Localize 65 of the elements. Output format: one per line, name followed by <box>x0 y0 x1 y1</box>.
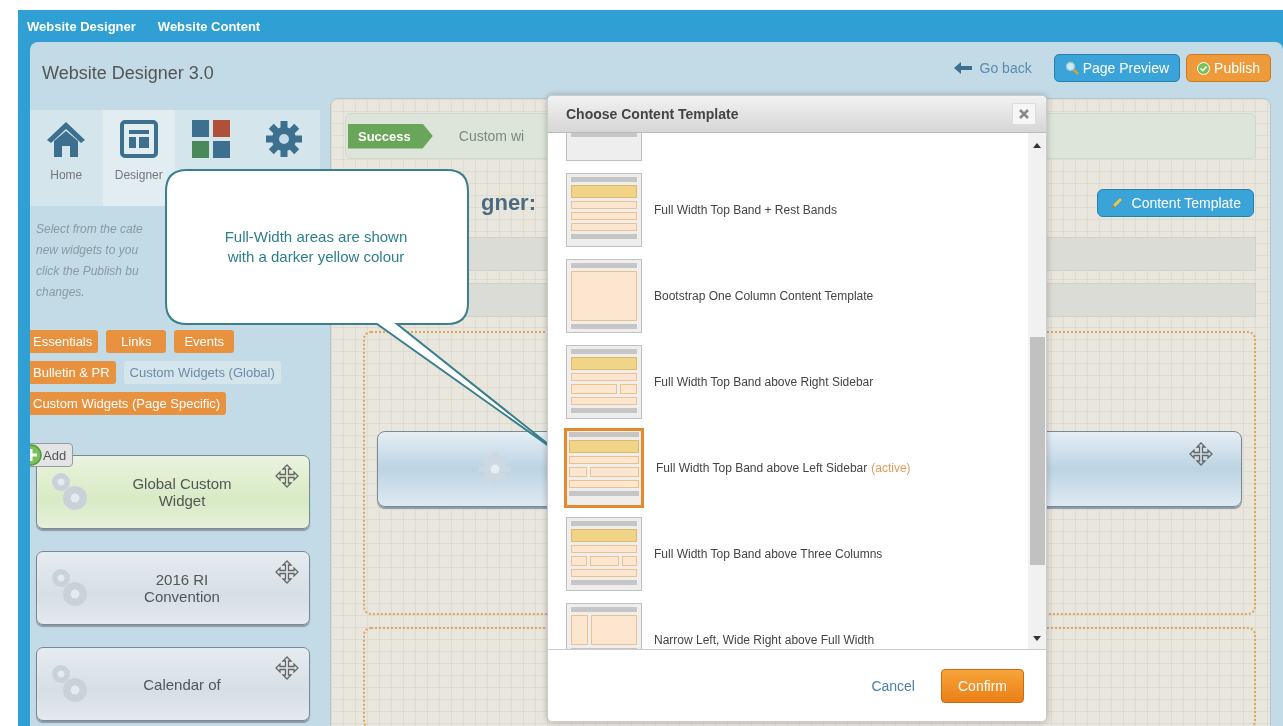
magnifier-icon <box>1064 61 1079 75</box>
publish-button[interactable]: Publish <box>1186 54 1271 82</box>
nav-tab[interactable]: Home <box>30 110 103 206</box>
template-name: Full Width Top Band above Three Columns <box>654 547 883 561</box>
cancel-button[interactable]: Cancel <box>865 676 921 695</box>
move-icon[interactable] <box>275 464 299 488</box>
template-option[interactable]: Full Width Top Band above Three Columns <box>548 511 1028 597</box>
check-circle-icon <box>1197 61 1211 75</box>
category-tag[interactable]: Bulletin & PR <box>30 361 116 384</box>
confirm-button[interactable]: Confirm <box>941 668 1024 703</box>
home-icon <box>46 120 87 158</box>
close-icon <box>1019 109 1029 119</box>
nav-label: Designer <box>114 168 163 182</box>
category-tag[interactable]: Links <box>106 330 167 353</box>
widget-title: Global Custom Widget <box>131 475 233 509</box>
scroll-down-icon[interactable] <box>1033 636 1041 641</box>
window-title: Website Designer 3.0 <box>42 61 214 84</box>
page-heading: gner: <box>481 190 536 216</box>
success-badge: Success <box>348 123 433 149</box>
template-name: Narrow Left, Wide Right above Full Width <box>654 633 875 647</box>
category-tag[interactable]: Essentials <box>30 330 99 353</box>
widgets-icon <box>192 120 231 158</box>
template-name: Full Width Top Band above Left Sidebar <box>656 461 868 475</box>
nav-label: Home <box>50 168 83 182</box>
active-label: (active) <box>871 461 911 475</box>
dialog-title: Choose Content Template <box>566 106 739 122</box>
content-template-button[interactable]: Content Template <box>1096 189 1254 217</box>
status-message: Custom wi <box>458 128 525 144</box>
move-icon[interactable] <box>275 560 299 584</box>
category-tag[interactable]: Custom Widgets (Page Specific) <box>30 392 227 415</box>
page-preview-button[interactable]: Page Preview <box>1053 54 1181 82</box>
category-tag[interactable]: Events <box>174 330 235 353</box>
move-icon[interactable] <box>275 656 299 680</box>
nav-tab[interactable]: Designer <box>102 110 175 206</box>
template-name: Full Width Top Band above Right Sidebar <box>654 375 874 389</box>
instruction-text: Select from the cate <box>36 221 143 238</box>
template-option[interactable]: Bootstrap One Column Content Template <box>548 253 1028 339</box>
widget-title: Calendar of <box>142 675 222 693</box>
gear-icon <box>478 452 512 486</box>
template-option[interactable]: Full Width Top Band above Right Sidebar <box>548 339 1028 425</box>
pencil-icon <box>1109 196 1124 210</box>
instruction-text: new widgets to you <box>36 242 139 259</box>
add-button[interactable]: Add <box>30 443 74 467</box>
layout-icon <box>119 120 158 158</box>
template-option[interactable]: Narrow Left, Wide Right above Full Width <box>548 597 1028 649</box>
widget-title: 2016 RI Convention <box>143 571 221 605</box>
category-tag[interactable]: Custom Widgets (Global) <box>123 361 281 384</box>
settings-icon <box>264 120 303 158</box>
template-option[interactable]: Full Width Top Band above Left Sidebar (active) <box>548 425 1028 511</box>
top-nav-tab[interactable]: Website Designer <box>27 18 136 34</box>
callout-text: Full-Width areas are shown with a darker yellow colour <box>223 227 409 267</box>
arrow-left-icon <box>953 62 972 74</box>
template-name: Full Width Top Band + Rest Bands <box>654 203 837 217</box>
scroll-up-icon[interactable] <box>1033 143 1041 148</box>
widget-card[interactable]: Calendar of <box>36 647 310 721</box>
instruction-text: click the Publish bu <box>36 263 139 280</box>
go-back-button[interactable]: Go back <box>947 59 1038 77</box>
move-icon[interactable] <box>1189 442 1213 466</box>
top-nav-tab[interactable]: Website Content <box>157 18 261 34</box>
widget-card[interactable]: 2016 RI Convention <box>36 551 310 625</box>
instruction-text: changes. <box>36 284 85 301</box>
template-name: Bootstrap One Column Content Template <box>654 289 874 303</box>
template-option[interactable]: Full Width Top Band + Rest Bands <box>548 167 1028 253</box>
scrollbar[interactable] <box>1028 133 1046 649</box>
close-button[interactable] <box>1012 103 1036 125</box>
